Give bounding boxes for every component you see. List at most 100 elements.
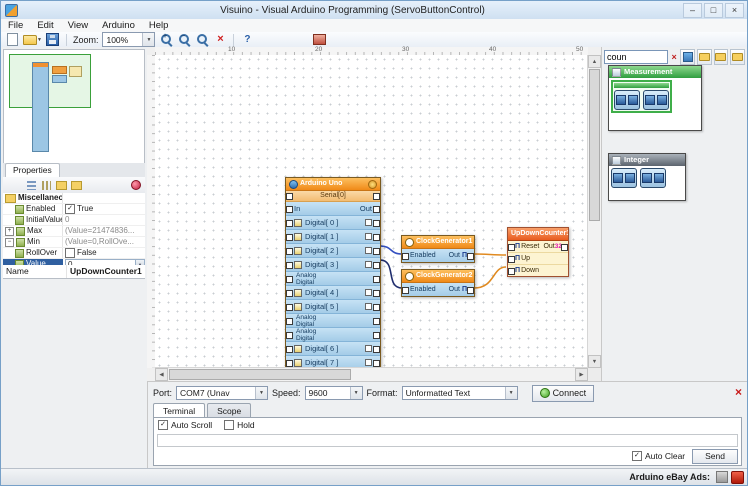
auto-clear-option[interactable]: ✓Auto Clear [632, 451, 685, 461]
analog-in-pin[interactable] [286, 318, 293, 325]
connect-button[interactable]: Connect [532, 385, 595, 402]
digital-in-pin[interactable] [286, 248, 293, 255]
arduino-io-row[interactable]: In Out [286, 202, 380, 216]
arduino-digital-row[interactable]: Digital[ 3 ] [286, 258, 380, 272]
arduino-digital-row[interactable]: Digital[ 0 ] [286, 216, 380, 230]
auto-scroll-option[interactable]: ✓Auto Scroll [158, 420, 212, 430]
error-status-icon[interactable] [731, 471, 744, 484]
zoom-select[interactable]: 100% ▼ [102, 32, 155, 47]
format-select[interactable]: Unformatted Text▼ [402, 386, 518, 400]
clockgenerator2-body[interactable]: Enabled Out Π [402, 283, 474, 296]
component-arduino-uno[interactable]: Arduino Uno Serial[0] In Out Digital[ 0 … [285, 177, 381, 368]
send-button[interactable]: Send [692, 449, 738, 464]
tab-terminal[interactable]: Terminal [153, 403, 205, 418]
menu-arduino[interactable]: Arduino [95, 19, 142, 32]
digital-out-pin[interactable] [373, 346, 380, 353]
property-row-enabled[interactable]: Enabled ✓True [3, 204, 145, 215]
expand-icon[interactable]: + [5, 227, 14, 236]
clockgenerator1-body[interactable]: Enabled Out Π [402, 249, 474, 262]
status-icon[interactable] [716, 471, 728, 483]
close-panel-icon[interactable]: × [735, 385, 742, 399]
component-updowncounter1[interactable]: UpDownCounter1 Π Reset Out 32 Π Up [507, 227, 569, 277]
zoom-out-button[interactable]: − [177, 33, 191, 47]
zoom-dropdown-icon[interactable]: ▼ [142, 33, 154, 46]
hold-option[interactable]: Hold [224, 420, 254, 430]
counter-out-pin[interactable] [561, 244, 568, 251]
enabled-pin[interactable] [402, 253, 409, 260]
scroll-left-button[interactable]: ◀ [155, 368, 168, 381]
clockgenerator1-header[interactable]: ClockGenerator1 [402, 236, 474, 249]
arduino-serial-row[interactable]: Serial[0] [286, 191, 380, 202]
digital-in-pin[interactable] [286, 290, 293, 297]
property-category-row[interactable]: Miscellaneous [3, 193, 145, 204]
toolbox-category-integer[interactable]: Integer [608, 153, 686, 201]
format-dropdown-icon[interactable]: ▼ [505, 387, 517, 399]
clockgenerator2-header[interactable]: ClockGenerator2 [402, 270, 474, 283]
alphabetical-button[interactable] [40, 179, 52, 191]
design-overview[interactable] [3, 49, 145, 165]
digital-in-pin[interactable] [286, 262, 293, 269]
arduino-digital-row[interactable]: Digital[ 1 ] [286, 230, 380, 244]
down-pin[interactable] [508, 268, 515, 275]
arduino-digital-row[interactable]: Digital[ 6 ] [286, 342, 380, 356]
scroll-up-button[interactable]: ▲ [588, 55, 601, 68]
gear-icon[interactable] [368, 180, 377, 189]
toolbox-selected-item[interactable] [611, 80, 672, 113]
expand-categories-button[interactable] [697, 49, 712, 65]
component-name-row[interactable]: Name UpDownCounter1 [3, 265, 145, 279]
analog-in-pin[interactable] [286, 332, 293, 339]
component-clockgenerator2[interactable]: ClockGenerator2 Enabled Out Π [401, 269, 475, 297]
horizontal-scroll-thumb[interactable] [169, 369, 351, 380]
in-pin[interactable] [286, 206, 293, 213]
collapse-all-button[interactable] [70, 179, 82, 191]
analog-out-pin[interactable] [373, 276, 380, 283]
close-button[interactable]: × [725, 3, 744, 18]
clock-out-pin[interactable] [467, 287, 474, 294]
wire-clockgen1-to-counter-up[interactable] [474, 254, 506, 255]
digital-in-pin[interactable] [286, 234, 293, 241]
integer-category-header[interactable]: Integer [609, 154, 685, 166]
analog-out-pin[interactable] [373, 318, 380, 325]
updown-counter-component-icon[interactable] [643, 90, 669, 110]
menu-help[interactable]: Help [142, 19, 176, 32]
zoom-in-button[interactable]: + [159, 33, 173, 47]
up-pin[interactable] [508, 256, 515, 263]
digital-out-pin[interactable] [373, 262, 380, 269]
menu-edit[interactable]: Edit [30, 19, 60, 32]
wire-clockgen2-to-counter-down[interactable] [474, 267, 506, 288]
arduino-analog-row[interactable]: AnalogDigital [286, 314, 380, 328]
out-pin[interactable] [373, 206, 380, 213]
digital-out-pin[interactable] [373, 304, 380, 311]
open-file-button[interactable]: ▼ [23, 33, 42, 47]
updown-counter-component-icon[interactable] [640, 168, 666, 188]
terminal-output[interactable] [157, 434, 738, 447]
component-clockgenerator1[interactable]: ClockGenerator1 Enabled Out Π [401, 235, 475, 263]
counter-down-row[interactable]: Π Down [508, 265, 568, 276]
reset-pin[interactable] [508, 244, 515, 251]
counter-reset-row[interactable]: Π Reset Out 32 [508, 241, 568, 253]
property-row-rollover[interactable]: RollOver False [3, 248, 145, 259]
overview-viewport[interactable] [9, 54, 91, 108]
wire-digital3-to-clockgen2[interactable] [380, 260, 402, 288]
component-search-input[interactable] [604, 50, 668, 64]
scroll-right-button[interactable]: ▶ [575, 368, 588, 381]
pin-properties-button[interactable] [131, 180, 141, 190]
toolbox-options-button[interactable] [730, 49, 745, 65]
digital-out-pin[interactable] [373, 290, 380, 297]
new-file-button[interactable] [5, 33, 19, 47]
analog-in-pin[interactable] [286, 276, 293, 283]
counter-component-icon[interactable] [614, 90, 640, 110]
clock-out-pin[interactable] [467, 253, 474, 260]
speed-dropdown-icon[interactable]: ▼ [350, 387, 362, 399]
categorize-button[interactable] [25, 179, 37, 191]
save-button[interactable] [46, 33, 60, 47]
vertical-scroll-thumb[interactable] [589, 69, 600, 221]
arduino-header[interactable]: Arduino Uno [286, 178, 380, 191]
arduino-analog-row[interactable]: AnalogDigital [286, 272, 380, 286]
digital-out-pin[interactable] [373, 220, 380, 227]
serial-out-pin[interactable] [373, 193, 380, 200]
tab-properties[interactable]: Properties [5, 163, 60, 177]
port-select[interactable]: COM7 (Unav▼ [176, 386, 268, 400]
property-row-initialvalue[interactable]: InitialValue 0 [3, 215, 145, 226]
arduino-digital-row[interactable]: Digital[ 4 ] [286, 286, 380, 300]
